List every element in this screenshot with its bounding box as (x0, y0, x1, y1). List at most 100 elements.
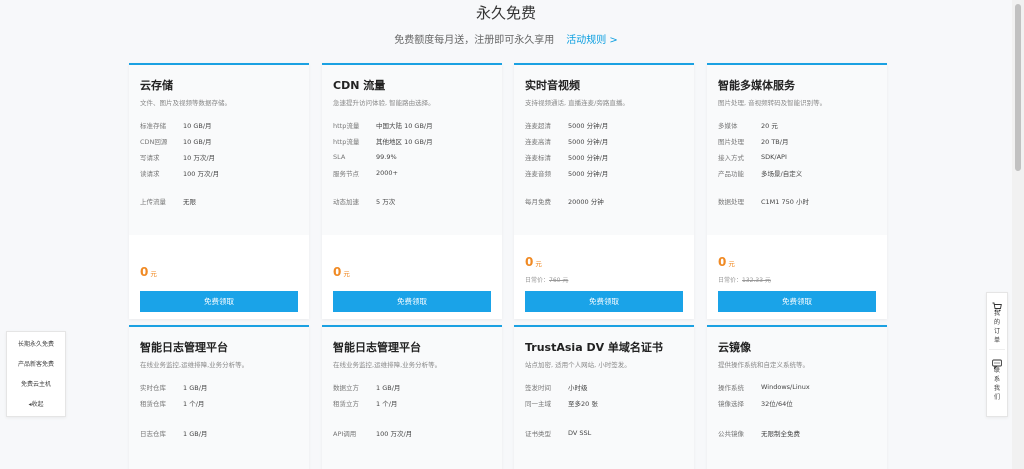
spec-key: 租赁仓库 (140, 400, 166, 408)
spec-row: 连麦音频 5000 分钟/月 (525, 165, 683, 181)
spec-row: 同一主域 至多20 张 (525, 395, 683, 411)
spec-list: 标准存储 10 GB/月 CDN回源 10 GB/月 写请求 10 万次/月 读请求 1… (140, 117, 298, 181)
contact-us-button[interactable]: 联系我们 (987, 354, 1007, 402)
contact-us-label: 联系我们 (993, 367, 1000, 401)
claim-button[interactable]: 免费领取 (333, 291, 491, 312)
product-card: 智能日志管理平台 在线业务监控,运维排障,业务分析等。 数据立方 1 GB/月 租… (322, 325, 502, 469)
card-description: 站点加密, 适用个人网站, 小时签发。 (525, 361, 631, 369)
spec-key: 产品功能 (718, 170, 744, 178)
spec-key: 图片处理 (718, 138, 744, 146)
spec-row: 连麦高清 5000 分钟/月 (525, 133, 683, 149)
spec-row: 上传流量 无限 (140, 193, 298, 209)
spec-value: 10 GB/月 (183, 138, 212, 146)
spec-key: 签发时间 (525, 384, 551, 392)
spec-key: 连麦超清 (525, 122, 551, 130)
spec-value: 5000 分钟/月 (568, 170, 609, 178)
toolbar-divider (989, 349, 1005, 350)
page-scrollbar[interactable] (1012, 0, 1024, 469)
card-header: 智能日志管理平台 在线业务监控,运维排障,业务分析等。 实时仓库 1 GB/月 租… (129, 327, 309, 469)
claim-button[interactable]: 免费领取 (140, 291, 298, 312)
spec-value: 99.9% (376, 153, 397, 161)
spec-key: 接入方式 (718, 154, 744, 162)
spec-value: SDK/API (761, 153, 787, 161)
scrollbar-thumb[interactable] (1015, 4, 1021, 171)
spec-row: 租赁仓库 1 个/月 (140, 395, 298, 411)
claim-button[interactable]: 免费领取 (718, 291, 876, 312)
spec-key: 服务节点 (333, 170, 359, 178)
spec-value: 1 GB/月 (183, 430, 208, 438)
page-title: 永久免费 (475, 4, 536, 22)
spec-value: 5000 分钟/月 (568, 154, 609, 162)
spec-row: 镜像选择 32位/64位 (718, 395, 876, 411)
card-description: 在线业务监控,运维排障,业务分析等。 (140, 361, 249, 369)
spec-list: http流量 中国大陆 10 GB/月 http流量 其他地区 10 GB/月 SL… (333, 117, 491, 181)
card-title: 智能日志管理平台 (333, 341, 421, 354)
side-nav-free-host[interactable]: 免费云主机 (7, 375, 65, 395)
spec-value: 20 TB/月 (761, 138, 789, 146)
price-unit: 元 (343, 270, 350, 278)
product-card: 智能日志管理平台 在线业务监控,运维排障,业务分析等。 实时仓库 1 GB/月 租… (129, 325, 309, 469)
card-title: 智能日志管理平台 (140, 341, 228, 354)
card-description: 图片处理, 音视频转码及智能识别等。 (718, 99, 827, 107)
spec-value: 1 个/月 (376, 400, 398, 408)
spec-row: 数据立方 1 GB/月 (333, 379, 491, 395)
claim-button[interactable]: 免费领取 (525, 291, 683, 312)
spec-row: 写请求 10 万次/月 (140, 149, 298, 165)
card-footer: 0元 日常价：132.33 元 免费领取 (707, 235, 887, 319)
spec-key: 标准存储 (140, 122, 166, 130)
product-card: 智能多媒体服务 图片处理, 音视频转码及智能识别等。 多媒体 20 元 图片处理 2… (707, 63, 887, 319)
spec-row: 接入方式 SDK/API (718, 149, 876, 165)
product-card: 云镜像 提供操作系统和自定义系统等。 操作系统 Windows/Linux 镜像选… (707, 325, 887, 469)
spec-value: 无限制全免费 (761, 430, 800, 438)
spec-key: 公共镜像 (718, 430, 744, 438)
price-value: 0 (140, 265, 149, 279)
spec-value: 100 万次/月 (183, 170, 220, 178)
spec-key: 连麦音频 (525, 170, 551, 178)
spec-row: 服务节点 2000+ (333, 165, 491, 181)
spec-value: 1 个/月 (183, 400, 205, 408)
spec-extra: API调用 100 万次/月 (333, 411, 491, 441)
spec-row: API调用 100 万次/月 (333, 425, 491, 441)
card-description: 提供操作系统和自定义系统等。 (718, 361, 809, 369)
side-nav-collapse-button[interactable]: ◂收起 (7, 395, 65, 415)
spec-key: 证书类型 (525, 430, 551, 438)
side-nav-new-customer-free[interactable]: 产品新客免费 (7, 355, 65, 375)
spec-extra: 数据处理 C1M1 750 小时 (718, 181, 876, 235)
spec-list: 数据立方 1 GB/月 租赁立方 1 个/月 (333, 379, 491, 411)
spec-key: 操作系统 (718, 384, 744, 392)
activity-rules-link[interactable]: 活动规则 > (566, 35, 618, 46)
spec-key: 实时仓库 (140, 384, 166, 392)
price-value: 0 (333, 265, 342, 279)
spec-row: SLA 99.9% (333, 149, 491, 165)
product-card: TrustAsia DV 单域名证书 站点加密, 适用个人网站, 小时签发。 签… (514, 325, 694, 469)
spec-key: 同一主域 (525, 400, 551, 408)
spec-row: 连麦超清 5000 分钟/月 (525, 117, 683, 133)
right-toolbar: 我的订单 联系我们 (986, 292, 1008, 417)
spec-list: 连麦超清 5000 分钟/月 连麦高清 5000 分钟/月 连麦标清 5000 分钟/… (525, 117, 683, 181)
spec-value: 至多20 张 (568, 400, 598, 408)
spec-key: http流量 (333, 122, 360, 130)
card-title: TrustAsia DV 单域名证书 (525, 341, 663, 354)
card-footer: 0元 免费领取 (129, 235, 309, 319)
spec-row: 实时仓库 1 GB/月 (140, 379, 298, 395)
chat-icon (992, 354, 1002, 370)
spec-value: 20 元 (761, 122, 778, 130)
card-title: 云镜像 (718, 341, 751, 354)
price-value: 0 (525, 255, 534, 269)
my-orders-button[interactable]: 我的订单 (987, 297, 1007, 345)
spec-key: 上传流量 (140, 198, 166, 206)
spec-value: 多场景/自定义 (761, 170, 803, 178)
side-nav-long-term-free[interactable]: 长期永久免费 (7, 335, 65, 355)
spec-extra: 每月免费 20000 分钟 (525, 181, 683, 235)
product-card: 实时音视频 支持视频通话, 直播连麦/旁路直播。 连麦超清 5000 分钟/月 连… (514, 63, 694, 319)
spec-row: 每月免费 20000 分钟 (525, 193, 683, 209)
card-description: 在线业务监控,运维排障,业务分析等。 (333, 361, 442, 369)
spec-key: 动态加速 (333, 198, 359, 206)
card-header: TrustAsia DV 单域名证书 站点加密, 适用个人网站, 小时签发。 签… (514, 327, 694, 469)
original-price-label: 日常价： (718, 277, 743, 284)
spec-key: SLA (333, 153, 346, 161)
card-description: 文件、图片及视频等数据存储。 (140, 99, 231, 107)
spec-row: http流量 中国大陆 10 GB/月 (333, 117, 491, 133)
hero-section: 永久免费 免费额度每月送，注册即可永久享用 活动规则 > (0, 0, 1012, 60)
spec-row: 数据处理 C1M1 750 小时 (718, 193, 876, 209)
